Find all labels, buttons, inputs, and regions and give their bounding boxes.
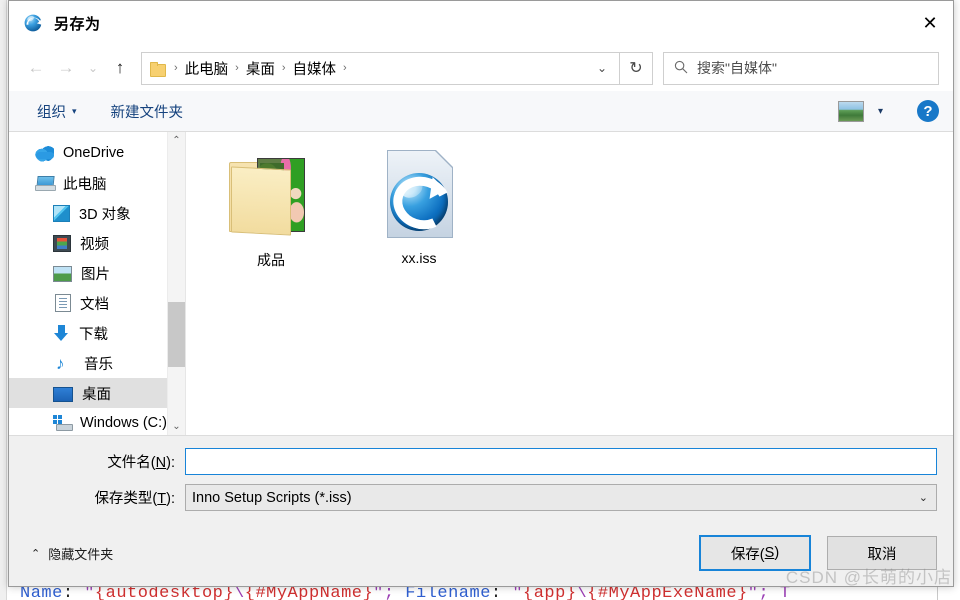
downloads-icon xyxy=(53,325,70,341)
scrollbar-track[interactable] xyxy=(168,149,185,418)
filename-field[interactable] xyxy=(192,451,934,472)
hide-folders-toggle[interactable]: ⌃ 隐藏文件夹 xyxy=(31,544,113,563)
desktop-icon xyxy=(53,386,73,402)
cancel-button[interactable]: 取消 xyxy=(827,536,937,570)
view-mode-chevron-down-icon[interactable]: ▾ xyxy=(878,106,883,117)
sidebar-item-1[interactable]: 此电脑 xyxy=(9,168,185,198)
sidebar-item-label: 图片 xyxy=(81,266,110,283)
breadcrumb-item-1[interactable]: 桌面 xyxy=(246,58,275,79)
dialog-body: OneDrive 此电脑 3D 对象视频图片文档下载 ♪ 音乐桌面 Windows (C:… xyxy=(9,132,953,436)
windows-drive-icon xyxy=(53,415,73,431)
pictures-icon xyxy=(53,266,72,282)
sidebar-item-9[interactable]: Windows (C:) xyxy=(9,408,185,435)
filetype-row: 保存类型(T): Inno Setup Scripts (*.iss) ⌄ xyxy=(9,484,937,511)
page-fold-corner xyxy=(436,150,453,167)
3d-objects-icon xyxy=(53,205,70,222)
scroll-up-icon[interactable]: ⌃ xyxy=(168,132,185,149)
sidebar-item-7[interactable]: ♪ 音乐 xyxy=(9,348,185,378)
filetype-label: 保存类型(T): xyxy=(94,491,175,507)
filename-input[interactable] xyxy=(185,448,937,475)
sidebar-item-2[interactable]: 3D 对象 xyxy=(9,198,185,228)
onedrive-cloud-icon xyxy=(35,144,54,162)
list-item-label: xx.iss xyxy=(401,250,437,266)
close-icon[interactable]: ✕ xyxy=(907,1,953,45)
new-folder-button[interactable]: 新建文件夹 xyxy=(111,101,184,122)
open-folder-icon xyxy=(229,158,313,236)
filetype-select[interactable]: Inno Setup Scripts (*.iss) ⌄ xyxy=(185,484,937,511)
navigation-bar: ← → ⌄ ↑ › 此电脑 › 桌面 › 自媒体 › ⌄ ↻ 搜索"自媒体" xyxy=(9,45,953,91)
inno-setup-script-icon xyxy=(371,146,467,242)
search-input[interactable]: 搜索"自媒体" xyxy=(697,58,777,78)
filename-row: 文件名(N): xyxy=(9,448,937,475)
search-icon xyxy=(674,60,688,77)
dialog-footer: ⌃ 隐藏文件夹 保存(S) 取消 xyxy=(9,520,953,586)
refresh-icon[interactable]: ↻ xyxy=(620,51,653,85)
scrollbar-thumb[interactable] xyxy=(168,302,185,367)
sidebar-item-label: 下载 xyxy=(79,326,108,343)
list-item[interactable]: 成品 xyxy=(212,146,330,270)
sidebar-item-4[interactable]: 图片 xyxy=(9,258,185,288)
list-item[interactable]: xx.iss xyxy=(360,146,478,270)
folder-front-panel xyxy=(231,166,291,236)
list-item-label: 成品 xyxy=(257,252,285,268)
editor-gutter xyxy=(0,0,7,600)
chevron-down-icon: ▾ xyxy=(72,105,77,116)
filename-label: 文件名(N): xyxy=(107,455,175,471)
sidebar-item-5[interactable]: 文档 xyxy=(9,288,185,318)
breadcrumb-separator: › xyxy=(281,62,286,74)
help-button[interactable]: ? xyxy=(917,100,939,122)
up-button[interactable]: ↑ xyxy=(105,53,135,83)
breadcrumb-separator: › xyxy=(343,62,347,74)
organize-label: 组织 xyxy=(37,104,66,121)
folder-with-photo-thumbnail xyxy=(223,146,319,242)
save-form: 文件名(N): 保存类型(T): Inno Setup Scripts (*.i… xyxy=(9,436,953,520)
chevron-down-icon[interactable]: ⌄ xyxy=(597,61,613,75)
breadcrumb-item-2[interactable]: 自媒体 xyxy=(293,58,337,79)
view-mode-picture-icon[interactable] xyxy=(837,100,864,122)
sidebar-item-label: OneDrive xyxy=(63,145,125,161)
sidebar-item-0[interactable]: OneDrive xyxy=(9,138,185,168)
sidebar-item-6[interactable]: 下载 xyxy=(9,318,185,348)
inno-setup-globe-icon xyxy=(23,12,45,34)
sidebar-item-label: 视频 xyxy=(80,236,109,253)
chevron-down-icon[interactable]: ⌄ xyxy=(919,491,934,504)
file-list-pane[interactable]: 成品 xx.iss xyxy=(185,132,953,435)
sidebar-item-label: 桌面 xyxy=(82,386,111,403)
music-icon: ♪ xyxy=(56,353,65,373)
documents-icon xyxy=(55,294,71,312)
command-toolbar: 组织 ▾ 新建文件夹 ▾ ? xyxy=(9,91,953,132)
filetype-selected-value: Inno Setup Scripts (*.iss) xyxy=(192,489,352,506)
scroll-down-icon[interactable]: ⌄ xyxy=(168,418,185,435)
videos-icon xyxy=(53,235,71,252)
sidebar-item-label: 3D 对象 xyxy=(79,206,131,223)
breadcrumb-separator: › xyxy=(235,62,239,74)
dialog-title: 另存为 xyxy=(54,15,101,33)
folder-icon xyxy=(150,61,166,77)
breadcrumb-separator: › xyxy=(174,62,178,74)
navigation-pane: OneDrive 此电脑 3D 对象视频图片文档下载 ♪ 音乐桌面 Windows (C:… xyxy=(9,132,185,435)
sidebar-item-3[interactable]: 视频 xyxy=(9,228,185,258)
sidebar-list: OneDrive 此电脑 3D 对象视频图片文档下载 ♪ 音乐桌面 Windows (C:… xyxy=(9,138,185,435)
save-button[interactable]: 保存(S) xyxy=(699,535,811,571)
recent-locations-button[interactable]: ⌄ xyxy=(81,53,105,83)
dialog-titlebar[interactable]: 另存为 ✕ xyxy=(9,1,953,45)
sidebar-scrollbar[interactable]: ⌃ ⌄ xyxy=(167,132,185,435)
sidebar-item-label: 此电脑 xyxy=(63,176,107,193)
document-page-shape xyxy=(387,150,453,238)
sidebar-item-8[interactable]: 桌面 xyxy=(9,378,185,408)
chevron-up-icon: ⌃ xyxy=(31,547,41,560)
forward-button[interactable]: → xyxy=(51,53,81,83)
sidebar-item-label: Windows (C:) xyxy=(80,415,168,431)
search-box[interactable]: 搜索"自媒体" xyxy=(663,51,939,85)
save-as-dialog: 另存为 ✕ ← → ⌄ ↑ › 此电脑 › 桌面 › 自媒体 › ⌄ ↻ 搜索"… xyxy=(8,0,954,587)
sidebar-item-label: 音乐 xyxy=(84,356,113,373)
breadcrumb[interactable]: › 此电脑 › 桌面 › 自媒体 › ⌄ xyxy=(141,51,620,85)
organize-button[interactable]: 组织 ▾ xyxy=(37,101,77,122)
breadcrumb-item-0[interactable]: 此电脑 xyxy=(185,58,229,79)
sidebar-item-label: 文档 xyxy=(80,296,109,313)
hide-folders-label: 隐藏文件夹 xyxy=(48,546,114,562)
white-arrow-shape xyxy=(393,177,445,221)
back-button[interactable]: ← xyxy=(21,53,51,83)
this-pc-icon xyxy=(35,174,56,192)
